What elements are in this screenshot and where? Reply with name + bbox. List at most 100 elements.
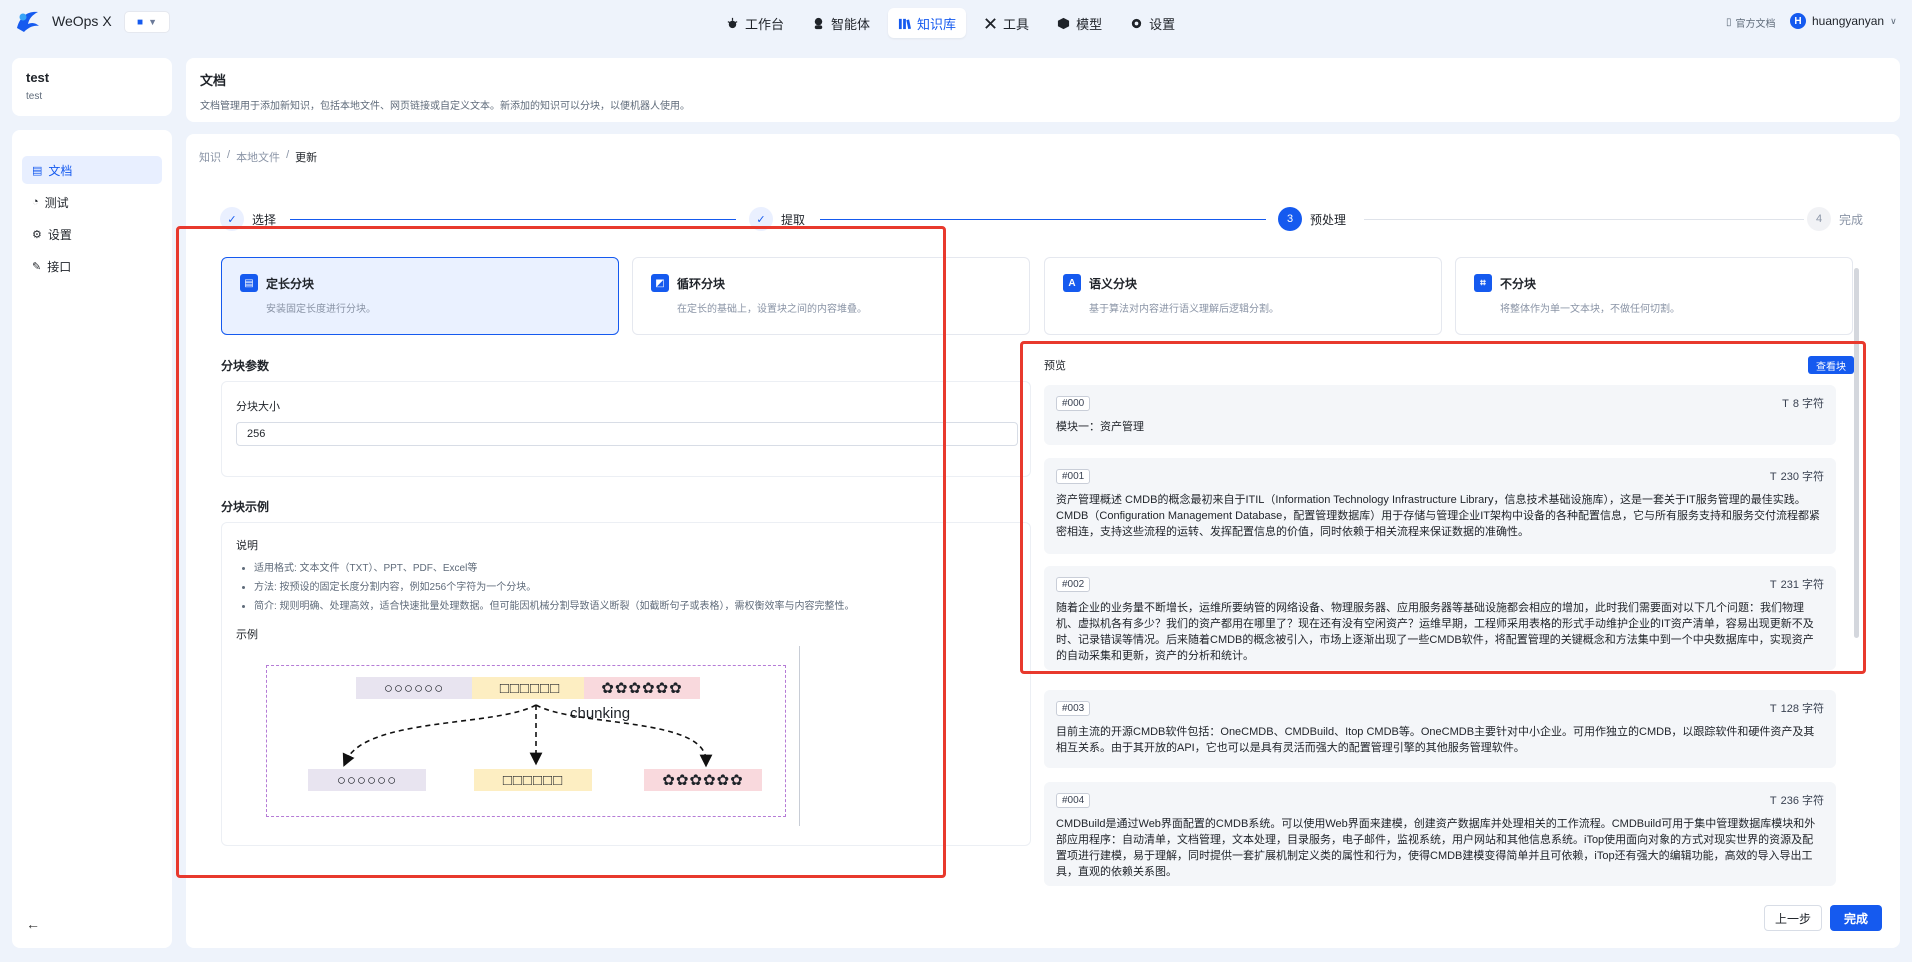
step-connector: [820, 219, 1266, 220]
explain-item: 适用格式: 文本文件（TXT）、PPT、PDF、Excel等: [254, 559, 1016, 578]
breadcrumb-local-file[interactable]: 本地文件: [236, 149, 280, 165]
preview-chunk-1[interactable]: #001 T 230 字符 资产管理概述 CMDB的概念最初来自于ITIL（Infor…: [1044, 458, 1836, 554]
test-icon: ◔: [32, 196, 39, 208]
nav-item-4[interactable]: 模型: [1047, 8, 1112, 38]
nav-item-1[interactable]: 智能体: [802, 8, 880, 38]
nav-item-label: 工作台: [745, 16, 785, 32]
kb-subtitle: test: [26, 91, 43, 102]
chunk-text: 目前主流的开源CMDB软件包括：OneCMDB、CMDBuild、Itop CM…: [1056, 726, 1815, 754]
kb-title: test: [26, 70, 50, 85]
chunk-example-title: 分块示例: [221, 500, 270, 514]
step-label: 预处理: [1310, 212, 1347, 227]
chunk-char-count: T 231 字符: [1769, 579, 1824, 591]
breadcrumb-update: 更新: [295, 152, 318, 164]
no-chunk-icon: ⌗: [1474, 274, 1492, 292]
bug-icon: [726, 17, 739, 30]
chunk-size-input[interactable]: 256: [236, 422, 1018, 446]
collapse-back-icon[interactable]: ←: [26, 916, 40, 932]
chunk-id-tag: #003: [1056, 700, 1091, 716]
doc-icon: ▤: [32, 164, 43, 177]
user-name: huangyanyan: [1812, 14, 1885, 28]
explain-title: 说明: [236, 540, 258, 552]
agent-icon: [812, 17, 825, 30]
chunk-size-value: 256: [247, 428, 266, 440]
chunk-text: 模块一：资产管理: [1056, 421, 1144, 433]
preview-scrollbar[interactable]: [1854, 268, 1859, 638]
chevron-down-icon: ∨: [1890, 15, 1897, 26]
chunk-method-card-0[interactable]: ▤ 定长分块 安装固定长度进行分块。: [221, 257, 619, 335]
settings-icon: ⚙: [32, 228, 42, 241]
sidebar-item-2[interactable]: ⚙ 设置: [22, 220, 162, 248]
chunking-arrows: [342, 704, 713, 768]
sidebar-item-label: 接口: [47, 259, 72, 274]
step-label: 选择: [252, 212, 277, 227]
step-complete: 4 完成: [1807, 207, 1863, 231]
prev-step-button[interactable]: 上一步: [1764, 905, 1822, 931]
chunk-text: 资产管理概述 CMDB的概念最初来自于ITIL（Information Tech…: [1056, 494, 1820, 538]
weops-logo[interactable]: [14, 8, 42, 34]
nav-item-3[interactable]: 工具: [974, 8, 1039, 38]
chunk-method-card-3[interactable]: ⌗ 不分块 将整体作为单一文本块，不做任何切割。: [1455, 257, 1853, 335]
chunk-method-card-1[interactable]: ◩ 循环分块 在定长的基础上，设置块之间的内容堆叠。: [632, 257, 1030, 335]
page-title: 文档: [200, 73, 227, 88]
nav-item-2[interactable]: 知识库: [888, 8, 967, 38]
overlap-chunk-icon: ◩: [651, 274, 669, 292]
api-icon: ✎: [32, 260, 42, 273]
cube-icon: [1057, 17, 1070, 30]
text-icon: T: [1769, 471, 1777, 483]
preview-title: 预览: [1044, 360, 1066, 372]
kb-info-card: test test: [12, 58, 172, 116]
main-nav: 工作台 智能体 知识库 工具 模型 设置: [716, 8, 1185, 38]
step-select: ✓ 选择: [220, 207, 276, 231]
chunk-id-tag: #001: [1056, 468, 1091, 484]
breadcrumb-knowledge[interactable]: 知识: [199, 149, 221, 165]
sidebar-item-3[interactable]: ✎ 接口: [22, 252, 162, 280]
sidebar-item-label: 测试: [44, 195, 69, 210]
top-bar: WeOps X ■ ▼ 工作台 智能体 知识库 工具 模型 设置 ▯ 官方文档 H hua…: [0, 0, 1912, 44]
breadcrumb: 知识 / 本地文件 / 更新: [199, 149, 318, 165]
chunk-params-box: 分块大小 256: [221, 381, 1031, 477]
text-icon: T: [1769, 795, 1777, 807]
preview-chunk-3[interactable]: #003 T 128 字符目前主流的开源CMDB软件包括：OneCMDB、CMDBu…: [1044, 690, 1836, 768]
nav-item-5[interactable]: 设置: [1120, 8, 1185, 38]
sidebar-item-label: 设置: [47, 227, 72, 242]
text-icon: T: [1782, 398, 1789, 410]
tools-icon: [984, 17, 997, 30]
nav-item-label: 设置: [1149, 16, 1176, 32]
method-desc: 基于算法对内容进行语义理解后逻辑分割。: [1089, 304, 1279, 315]
gear-icon: [1130, 17, 1143, 30]
method-desc: 在定长的基础上，设置块之间的内容堆叠。: [677, 304, 867, 315]
chunk-id-tag: #002: [1056, 576, 1091, 592]
method-title: 不分块: [1500, 276, 1537, 291]
chunk-char-count: T8 字符: [1782, 398, 1824, 410]
sidebar-item-0[interactable]: ▤ 文档: [22, 156, 162, 184]
nav-item-label: 知识库: [917, 16, 957, 32]
page-description: 文档管理用于添加新知识，包括本地文件、网页链接或自定义文本。新添加的知识可以分块…: [200, 101, 690, 112]
view-chunks-button[interactable]: 查看块: [1808, 356, 1854, 374]
user-menu[interactable]: H huangyanyan ∨: [1790, 13, 1897, 29]
text-icon: T: [1769, 579, 1777, 591]
page-header: 文档 文档管理用于添加新知识，包括本地文件、网页链接或自定义文本。新添加的知识可…: [186, 58, 1900, 122]
chunk-method-card-2[interactable]: A 语义分块 基于算法对内容进行语义理解后逻辑分割。: [1044, 257, 1442, 335]
finish-button[interactable]: 完成: [1830, 905, 1882, 931]
official-docs-link[interactable]: ▯ 官方文档: [1726, 15, 1776, 30]
semantic-chunk-icon: A: [1063, 274, 1081, 292]
chunk-text: CMDBuild是通过Web界面配置的CMDB系统。可以使用Web界面来建模，创…: [1056, 818, 1816, 878]
app-switcher[interactable]: ■ ▼: [124, 11, 170, 33]
chunk-params-title: 分块参数: [221, 359, 270, 373]
nav-item-0[interactable]: 工作台: [716, 8, 794, 38]
preview-chunk-2[interactable]: #002 T 231 字符 随着企业的业务量不断增长，运维所要纳管的网络设备、物理服务…: [1044, 566, 1836, 670]
grid-icon: ■: [137, 16, 144, 28]
preview-chunk-0[interactable]: #000 T 8 字符 模块一：资产管理: [1044, 385, 1836, 445]
chunk-char-count: T 128 字符: [1769, 703, 1824, 715]
step-label: 提取: [781, 212, 806, 227]
step-number: 4: [1807, 207, 1831, 231]
fixed-chunk-icon: ▤: [240, 274, 258, 292]
nav-item-label: 工具: [1003, 16, 1030, 32]
step-connector: [290, 219, 736, 220]
step-preprocess: 3 预处理: [1278, 207, 1346, 231]
sidebar-item-1[interactable]: ◔ 测试: [22, 188, 162, 216]
nav-item-label: 模型: [1076, 16, 1103, 32]
check-icon: ✓: [749, 207, 773, 231]
preview-chunk-4[interactable]: #004 T 236 字符 CMDBuild是通过Web界面配置的CMDB系统。可以使…: [1044, 782, 1836, 886]
